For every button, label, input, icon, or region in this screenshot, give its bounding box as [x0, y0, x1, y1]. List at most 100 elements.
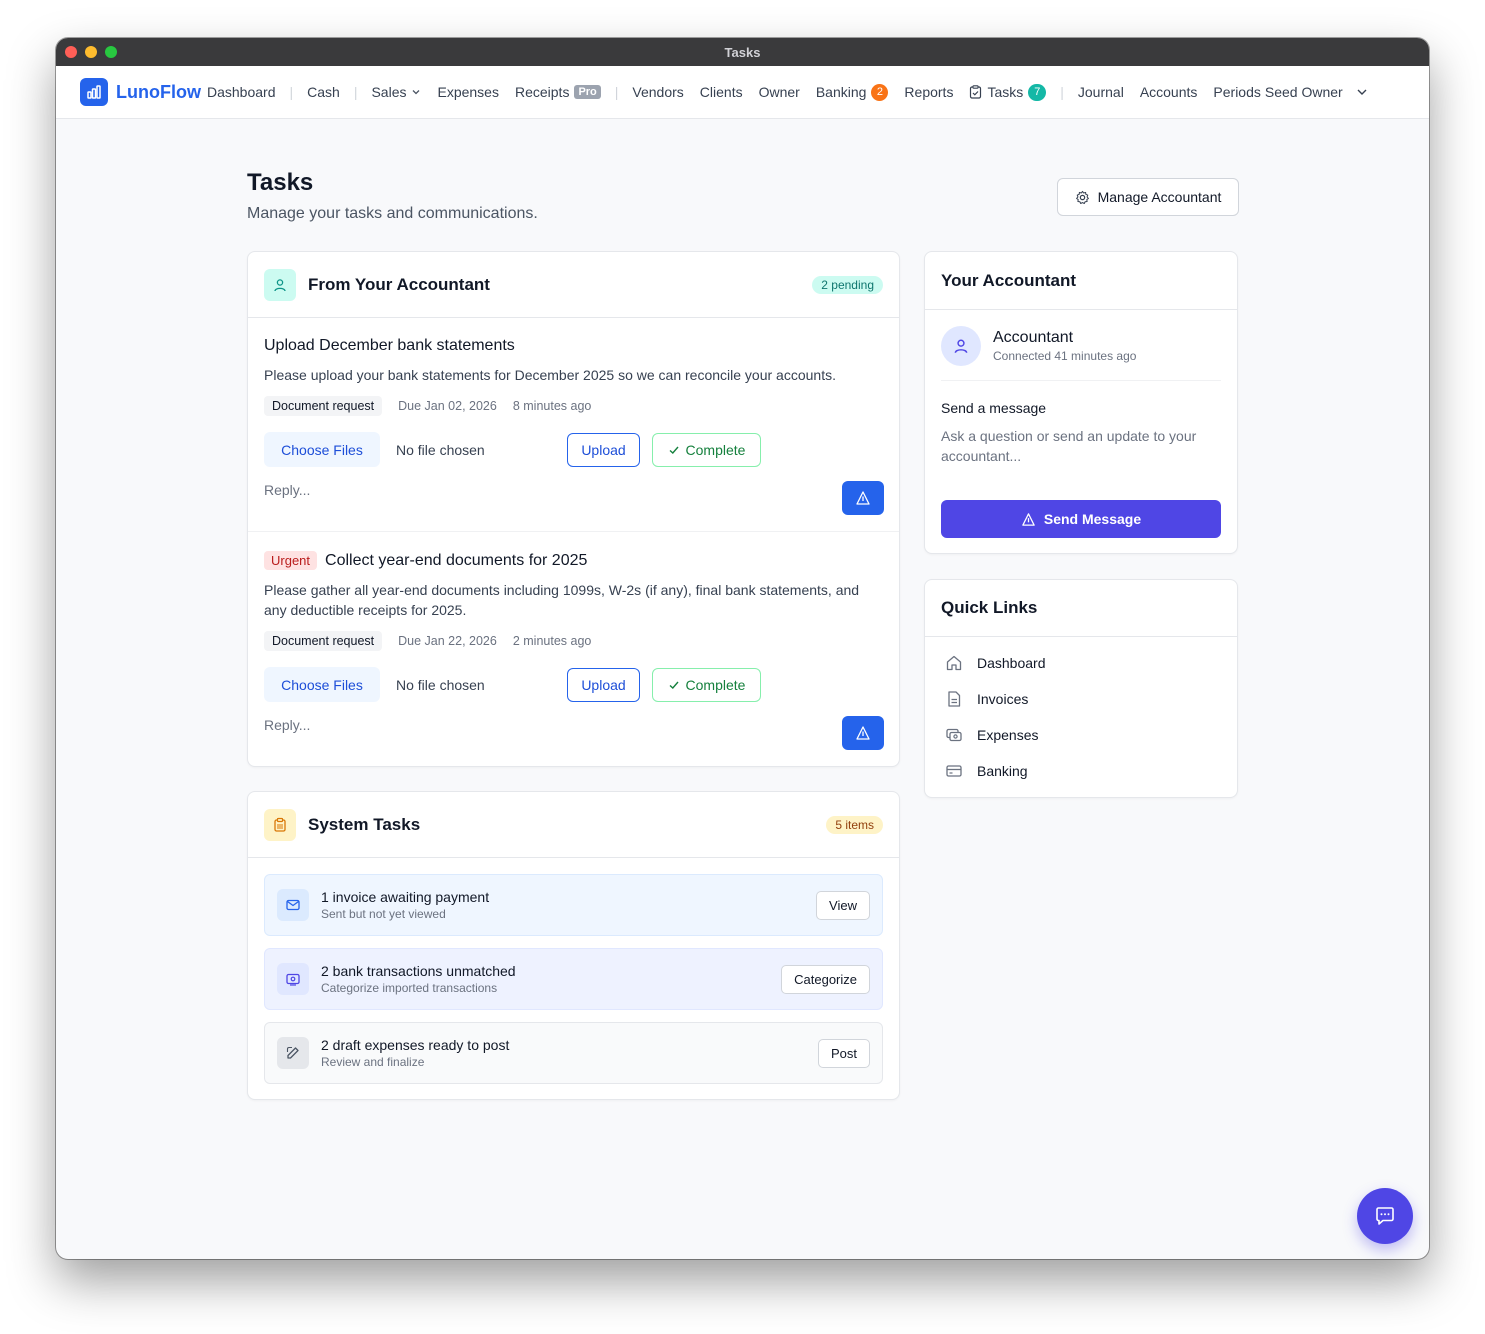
message-label: Send a message — [941, 400, 1047, 416]
nav-separator: | — [353, 84, 358, 100]
task-title: Upload December bank statements — [264, 318, 883, 355]
reply-input[interactable]: Reply... — [264, 717, 824, 733]
accountant-task: Urgent Collect year-end documents for 20… — [248, 532, 899, 766]
quick-links-card: Quick Links Dashboard Invoices Expenses … — [924, 579, 1238, 798]
quick-link-label: Dashboard — [977, 655, 1046, 671]
upload-button[interactable]: Upload — [567, 432, 640, 467]
from-accountant-title: From Your Accountant — [308, 274, 490, 294]
task-title-text: Upload December bank statements — [264, 337, 515, 354]
nav-journal[interactable]: Journal — [1078, 84, 1124, 100]
title-bar: Tasks — [56, 38, 1429, 66]
system-task-item: 2 bank transactions unmatched Categorize… — [264, 948, 883, 1010]
manage-accountant-button[interactable]: Manage Accountant — [1057, 178, 1239, 216]
send-icon — [856, 726, 870, 740]
nav-receipts-label: Receipts — [514, 84, 570, 100]
system-task-title: 1 invoice awaiting payment — [321, 889, 490, 905]
task-due-date: Due Jan 22, 2026 — [398, 634, 497, 648]
nav-owner[interactable]: Owner — [759, 84, 800, 100]
upload-button[interactable]: Upload — [567, 667, 640, 702]
quick-link-banking[interactable]: Banking — [925, 753, 1237, 789]
nav-periods[interactable]: Periods — [1213, 84, 1260, 100]
choose-files-button[interactable]: Choose Files — [264, 667, 380, 702]
categorize-button[interactable]: Categorize — [781, 964, 870, 994]
nav-separator: | — [289, 84, 294, 100]
from-accountant-card: From Your Accountant 2 pending Upload De… — [247, 251, 900, 767]
system-task-text: 2 bank transactions unmatched Categorize… — [321, 963, 516, 995]
nav-reports[interactable]: Reports — [904, 84, 953, 100]
choose-files-button[interactable]: Choose Files — [264, 432, 380, 467]
quick-link-label: Banking — [977, 763, 1028, 779]
send-icon — [856, 491, 870, 505]
nav-vendors[interactable]: Vendors — [632, 84, 683, 100]
system-task-title: 2 draft expenses ready to post — [321, 1037, 510, 1053]
accountant-name: Accountant — [993, 329, 1074, 346]
maximize-window-button[interactable] — [105, 46, 117, 58]
send-reply-button[interactable] — [842, 716, 884, 750]
send-reply-button[interactable] — [842, 481, 884, 515]
task-meta: Document request Due Jan 22, 2026 2 minu… — [264, 631, 883, 651]
complete-button[interactable]: Complete — [652, 432, 761, 467]
document-icon — [948, 691, 961, 707]
quick-link-label: Invoices — [977, 691, 1029, 707]
file-upload-row: Choose Files No file chosen Upload Compl… — [264, 432, 883, 467]
nav-separator: | — [614, 84, 619, 100]
nav-accounts[interactable]: Accounts — [1140, 84, 1198, 100]
your-accountant-header: Your Accountant — [925, 252, 1237, 310]
edit-icon — [277, 1037, 309, 1069]
nav-banking[interactable]: Banking 2 — [815, 83, 889, 101]
your-accountant-card: Your Accountant Accountant Connected 41 … — [924, 251, 1238, 554]
user-menu[interactable]: Seed Owner — [1265, 84, 1368, 100]
message-textarea[interactable]: Ask a question or send an update to your… — [941, 426, 1221, 486]
reply-input[interactable]: Reply... — [264, 482, 824, 498]
accountant-info: Accountant Connected 41 minutes ago — [993, 329, 1136, 363]
accountant-status: Connected 41 minutes ago — [993, 349, 1137, 363]
send-message-button[interactable]: Send Message — [941, 500, 1221, 538]
accountant-profile: Accountant Connected 41 minutes ago — [941, 326, 1221, 381]
clipboard-check-icon — [970, 85, 982, 99]
task-title: Urgent Collect year-end documents for 20… — [264, 532, 883, 570]
chevron-down-icon — [413, 90, 420, 95]
view-button[interactable]: View — [816, 890, 870, 920]
task-title-text: Collect year-end documents for 2025 — [325, 551, 588, 569]
brand-logo[interactable]: LunoFlow — [80, 78, 201, 106]
nav-banking-label: Banking — [815, 84, 867, 100]
app-window: Tasks LunoFlow Dashboard | Cash | Sales … — [56, 38, 1429, 1259]
quick-link-dashboard[interactable]: Dashboard — [925, 645, 1237, 681]
system-task-title: 2 bank transactions unmatched — [321, 963, 516, 979]
nav-separator: | — [1060, 84, 1064, 100]
nav-sales-label: Sales — [371, 84, 407, 100]
user-icon — [954, 339, 968, 353]
task-description: Please gather all year-end documents inc… — [264, 582, 860, 618]
post-button[interactable]: Post — [817, 1038, 870, 1068]
system-tasks-header: System Tasks 5 items — [248, 792, 899, 858]
system-task-item: 1 invoice awaiting payment Sent but not … — [264, 874, 883, 936]
quick-link-invoices[interactable]: Invoices — [925, 681, 1237, 717]
nav-expenses[interactable]: Expenses — [437, 84, 498, 100]
nav-dashboard[interactable]: Dashboard — [207, 84, 276, 100]
from-accountant-header: From Your Accountant 2 pending — [248, 252, 899, 318]
minimize-window-button[interactable] — [85, 46, 97, 58]
chat-button[interactable] — [1357, 1188, 1413, 1244]
close-window-button[interactable] — [65, 46, 77, 58]
nav-tasks[interactable]: Tasks 7 — [969, 83, 1047, 101]
file-status: No file chosen — [396, 676, 485, 693]
urgent-badge: Urgent — [264, 551, 318, 570]
page-subtitle: Manage your tasks and communications. — [247, 205, 538, 222]
nav-clients[interactable]: Clients — [700, 84, 743, 100]
complete-button[interactable]: Complete — [652, 667, 761, 702]
quick-links-list: Dashboard Invoices Expenses Banking — [925, 637, 1237, 789]
nav-cash[interactable]: Cash — [307, 84, 340, 100]
quick-links-title: Quick Links — [941, 598, 1038, 617]
quick-links-header: Quick Links — [925, 580, 1237, 637]
task-due-date: Due Jan 02, 2026 — [398, 399, 497, 413]
nav-sales[interactable]: Sales — [371, 84, 421, 100]
home-icon — [946, 655, 962, 671]
system-task-text: 2 draft expenses ready to post Review an… — [321, 1037, 509, 1069]
tasks-count-badge: 7 — [1028, 83, 1047, 101]
check-icon — [669, 446, 679, 454]
chevron-down-icon — [1357, 89, 1367, 95]
nav-receipts[interactable]: Receipts Pro — [515, 84, 601, 100]
system-task-subtitle: Categorize imported transactions — [321, 981, 498, 995]
quick-link-expenses[interactable]: Expenses — [925, 717, 1237, 753]
avatar — [941, 326, 981, 366]
